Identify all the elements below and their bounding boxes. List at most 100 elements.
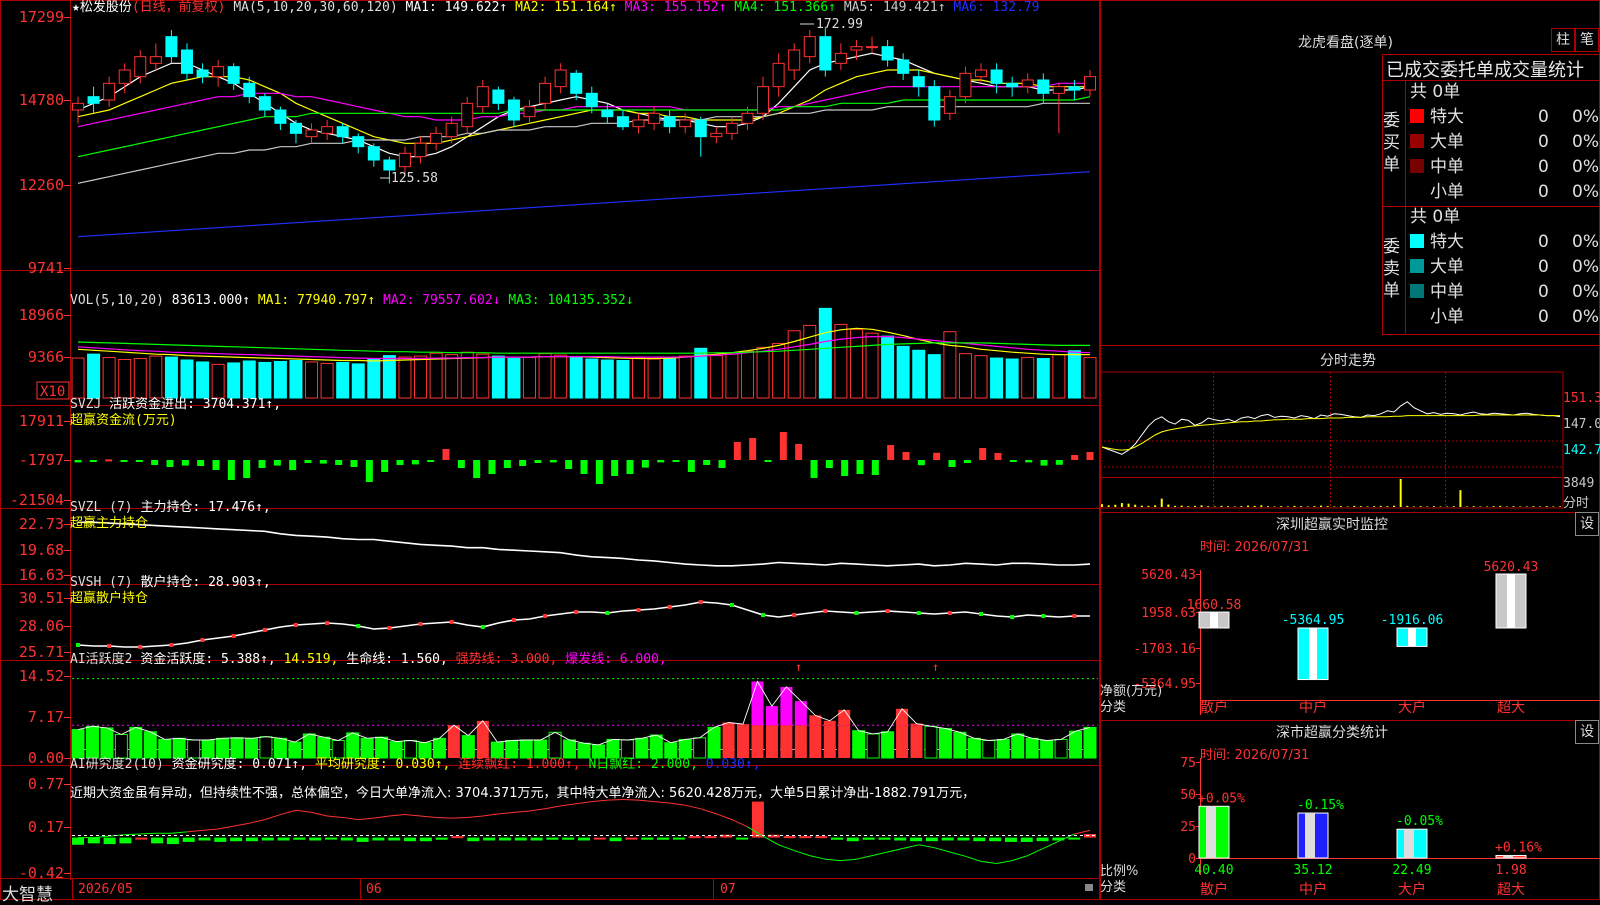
retail-position-dot	[885, 609, 890, 613]
right-panels: 5620.431958.63-1703.16-5364.951660.58散户-…	[1100, 0, 1600, 900]
monitor-category-label: 散户	[1200, 699, 1228, 716]
activity-bar	[360, 737, 374, 759]
intraday-vol-bar	[1127, 503, 1130, 507]
buy-row-0: 特大 0 0%	[1410, 105, 1599, 129]
volume-bar	[818, 307, 832, 399]
ai-research-label: AI研究度2(10)	[70, 757, 164, 772]
candle-body	[928, 86, 941, 121]
activity-bar	[447, 725, 460, 758]
volume-bar	[616, 359, 630, 399]
activity-bar	[881, 731, 895, 759]
legend-swatch-icon	[1410, 134, 1424, 148]
axis-tick-label: 14780	[19, 91, 64, 109]
sz-monitor-settings-button[interactable]: 设	[1575, 512, 1599, 536]
volume-bar	[740, 350, 754, 399]
research-line-segment	[311, 811, 328, 817]
activity-bar	[852, 730, 866, 759]
fund-flow-bar	[350, 460, 358, 467]
axis-tick-label: 14.52	[19, 667, 64, 685]
row-label: 中单	[1430, 282, 1464, 302]
intraday-vol-bar	[1379, 505, 1382, 507]
activity-bar	[432, 737, 446, 759]
fund-flow-bar	[151, 460, 159, 465]
intraday-vol-bar	[1187, 506, 1190, 507]
research-line-segment	[840, 858, 857, 862]
activity-bar	[780, 725, 793, 758]
fund-flow-bar	[319, 460, 327, 464]
research-line-segment	[700, 808, 717, 815]
tick-view-button[interactable]: 笔	[1575, 28, 1599, 52]
research-bar	[815, 836, 828, 839]
research-line-segment	[949, 851, 966, 857]
intraday-vol-bar	[1167, 504, 1170, 507]
research-bar	[72, 837, 84, 845]
volume-bar	[398, 356, 412, 399]
intraday-vol-bar	[1107, 505, 1110, 507]
retail-position-dot	[729, 603, 734, 607]
lock-icon[interactable]	[1085, 884, 1093, 891]
volume-bar	[367, 359, 381, 399]
axis-tick-label: 30.51	[19, 589, 64, 607]
longhu-tabs[interactable]: 已成交委托单成交量统计	[1386, 56, 1584, 82]
retail-position-dot	[761, 613, 766, 617]
volume-bar	[507, 358, 521, 399]
monitor-category-label: 中户	[1299, 699, 1327, 716]
volume-bar	[849, 328, 863, 399]
stock-name[interactable]: ★松发股份	[72, 0, 132, 15]
research-bar	[578, 837, 590, 841]
axis-tick-label: 0.17	[28, 818, 64, 836]
research-bar	[261, 837, 274, 841]
ai-activity-t5: 爆发线: 6.000,	[565, 652, 667, 667]
activity-bar	[722, 725, 735, 758]
sz-monitor-title: 深圳超赢实时监控	[1276, 517, 1388, 533]
candle-body	[212, 66, 225, 78]
intraday-vol-bar	[1333, 506, 1336, 507]
candle-body	[461, 102, 474, 128]
intraday-vol-bar	[1525, 506, 1528, 507]
retail-position-dot	[947, 611, 952, 615]
fund-flow-bar	[733, 442, 741, 460]
intraday-price-high: 151.3	[1563, 391, 1600, 406]
volume-bar	[709, 355, 723, 399]
fund-flow-bar	[749, 438, 757, 460]
candle-body	[1037, 79, 1050, 94]
research-line-segment	[794, 850, 810, 857]
volume-bar	[631, 357, 645, 399]
retail-position-dot	[76, 643, 80, 647]
fund-flow-bar	[197, 460, 205, 466]
volume-bar	[974, 355, 988, 399]
activity-bar	[490, 741, 504, 759]
sz-class-settings-button[interactable]: 设	[1575, 720, 1599, 744]
volume-bar	[1021, 357, 1035, 399]
fund-flow-bar	[933, 452, 941, 460]
intraday-vol-bar	[1446, 506, 1449, 507]
row-label: 大单	[1430, 132, 1464, 152]
volume-bar	[382, 355, 396, 399]
research-bar	[799, 836, 812, 839]
fund-flow-bar	[764, 460, 772, 462]
ai-activity-t1: 资金活跃度: 5.388↑,	[140, 652, 276, 667]
candle-body	[725, 122, 738, 134]
row-label: 小单	[1430, 182, 1464, 202]
bar-view-button[interactable]: 柱	[1551, 28, 1575, 52]
candle-body	[710, 132, 723, 138]
activity-bar	[649, 734, 663, 759]
volume-bar	[258, 361, 272, 399]
activity-bar	[288, 741, 302, 759]
candle-body	[118, 69, 131, 84]
intraday-vol-bar	[1213, 506, 1216, 507]
research-bar	[356, 837, 369, 842]
research-line-segment	[451, 816, 468, 819]
retail-position-dot	[916, 611, 921, 615]
research-line-segment	[233, 822, 250, 827]
volume-bar	[600, 359, 614, 399]
volume-bar	[227, 362, 241, 399]
fund-flow-bar	[243, 460, 251, 478]
research-bar	[87, 837, 100, 844]
fund-flow-bar	[672, 460, 680, 462]
date-month-06: 06	[366, 882, 382, 897]
row-label: 中单	[1430, 157, 1464, 177]
fund-flow-bar	[718, 460, 726, 468]
activity-bar	[996, 738, 1010, 759]
intraday-vol-bar	[1519, 506, 1522, 507]
